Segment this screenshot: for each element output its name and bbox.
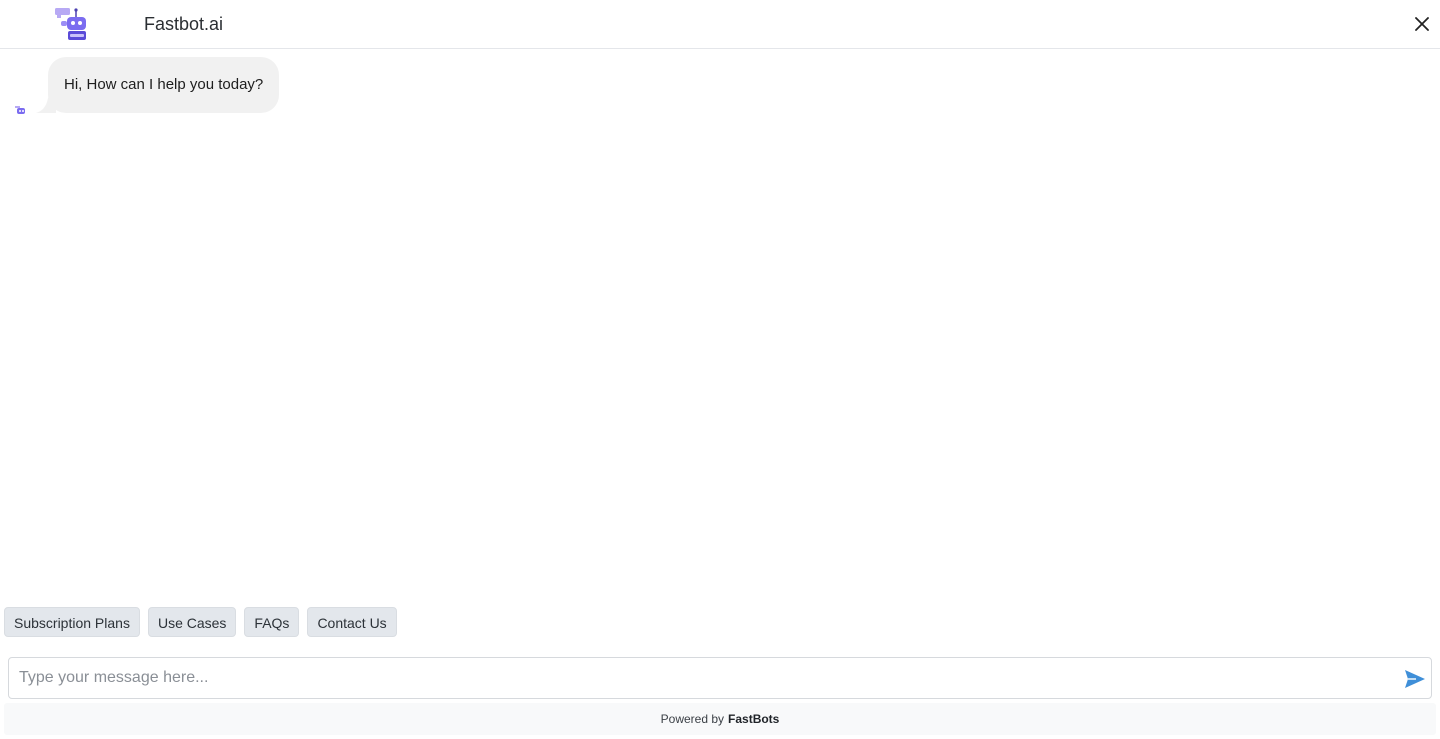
message-input[interactable]	[10, 659, 1390, 697]
robot-logo-icon	[54, 6, 92, 42]
quick-reply-faqs[interactable]: FAQs	[244, 607, 300, 637]
quick-replies: Subscription Plans Use Cases FAQs Contac…	[4, 607, 397, 637]
send-button[interactable]	[1403, 667, 1427, 691]
app-title: Fastbot.ai	[144, 14, 224, 34]
chat-messages: Hi, How can I help you today?	[0, 49, 1440, 599]
quick-reply-subscription-plans[interactable]: Subscription Plans	[4, 607, 140, 637]
quick-reply-contact-us[interactable]: Contact Us	[307, 607, 397, 637]
footer-brand-link[interactable]: FastBots	[728, 712, 779, 726]
footer-prefix: Powered by	[660, 712, 725, 726]
close-button[interactable]	[1410, 12, 1434, 36]
close-icon[interactable]	[1415, 17, 1429, 31]
message-composer	[8, 657, 1432, 699]
bot-avatar-icon	[15, 103, 27, 115]
bot-message-bubble: Hi, How can I help you today?	[48, 57, 280, 113]
quick-reply-use-cases[interactable]: Use Cases	[147, 607, 237, 637]
footer: Powered by FastBots	[4, 703, 1436, 735]
chat-header: Fastbot.ai	[0, 0, 1440, 49]
send-icon[interactable]	[1403, 667, 1427, 691]
